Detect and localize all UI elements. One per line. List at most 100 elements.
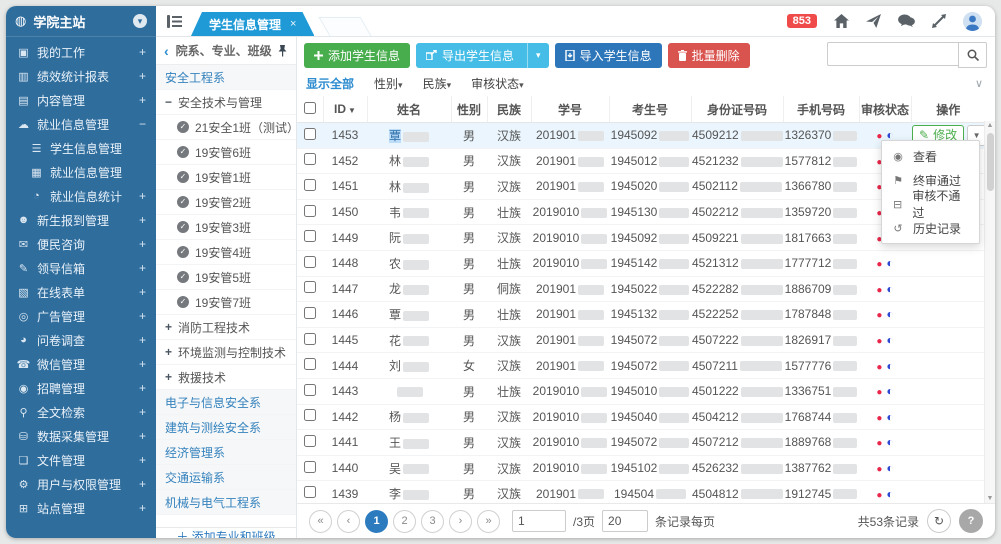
page-size-input[interactable] bbox=[602, 510, 648, 532]
batch-delete-button[interactable]: 批量删除 bbox=[668, 43, 750, 68]
add-student-button[interactable]: 添加学生信息 bbox=[304, 43, 410, 68]
dropdown-item[interactable]: ◉ 查看 bbox=[882, 144, 979, 168]
sidebar-item[interactable]: ▣ 我的工作 + bbox=[6, 40, 156, 64]
tab-close-icon[interactable]: × bbox=[290, 18, 296, 30]
table-row[interactable]: 1446 覃 男 壮族 201901 1945132 4522252 17878… bbox=[297, 302, 985, 328]
page-number-button[interactable]: 2 bbox=[393, 510, 416, 533]
expander-icon[interactable]: + bbox=[139, 309, 146, 323]
expander-icon[interactable]: − bbox=[139, 117, 146, 131]
export-student-button[interactable]: 导出学生信息 ▾ bbox=[416, 43, 549, 68]
expander-icon[interactable]: + bbox=[139, 357, 146, 371]
refresh-button[interactable]: ↻ bbox=[927, 509, 951, 533]
col-header-sno[interactable]: 学号 bbox=[531, 96, 609, 123]
col-header-status[interactable]: 审核状态 bbox=[859, 96, 911, 123]
row-checkbox[interactable] bbox=[304, 486, 316, 498]
col-header-idcard[interactable]: 身份证号码 bbox=[691, 96, 783, 123]
user-avatar[interactable] bbox=[963, 12, 982, 31]
page-number-input[interactable] bbox=[512, 510, 566, 532]
vertical-scrollbar[interactable]: ▲ ▼ bbox=[984, 121, 995, 503]
page-number-button[interactable]: 1 bbox=[365, 510, 388, 533]
row-checkbox[interactable] bbox=[304, 179, 316, 191]
scroll-down-icon[interactable]: ▼ bbox=[987, 495, 994, 502]
show-all-filter[interactable]: 显示全部 bbox=[306, 75, 354, 92]
sidebar-item[interactable]: ☁ 就业信息管理 − bbox=[6, 112, 156, 136]
sidebar-item[interactable]: ✉ 便民咨询 + bbox=[6, 232, 156, 256]
col-header-id[interactable]: ID▼ bbox=[323, 96, 367, 123]
notification-badge[interactable]: 853 bbox=[787, 14, 817, 28]
send-icon[interactable] bbox=[866, 14, 881, 28]
table-row[interactable]: 1441 王 男 汉族 2019010 1945072 4507212 1889… bbox=[297, 430, 985, 456]
page-number-button[interactable]: 3 bbox=[421, 510, 444, 533]
tree-expander-icon[interactable]: + bbox=[165, 320, 172, 334]
expander-icon[interactable]: + bbox=[139, 381, 146, 395]
sidebar-toggle-icon[interactable] bbox=[167, 15, 182, 28]
tree-node[interactable]: ✓ 19安管1班 bbox=[156, 165, 296, 190]
tree-node[interactable]: − ✓ 安全技术与管理 bbox=[156, 90, 296, 115]
table-row[interactable]: 1439 李 男 汉族 201901 194504 4504812 191274… bbox=[297, 481, 985, 503]
expander-icon[interactable]: + bbox=[139, 261, 146, 275]
sidebar-item[interactable]: ☻ 新生报到管理 + bbox=[6, 208, 156, 232]
col-header-name[interactable]: 姓名 bbox=[367, 96, 451, 123]
dropdown-item[interactable]: ⊟ 审核不通过 bbox=[882, 192, 979, 216]
tree-expander-icon[interactable]: + bbox=[165, 345, 172, 359]
expander-icon[interactable]: + bbox=[139, 237, 146, 251]
status-red-dot-icon[interactable]: ● bbox=[876, 464, 882, 475]
status-red-dot-icon[interactable]: ● bbox=[876, 336, 882, 347]
expander-icon[interactable]: + bbox=[139, 501, 146, 515]
col-header-exam[interactable]: 考生号 bbox=[609, 96, 691, 123]
sidebar-item[interactable]: ◎ 广告管理 + bbox=[6, 304, 156, 328]
pin-icon[interactable] bbox=[277, 45, 288, 57]
row-checkbox[interactable] bbox=[304, 128, 316, 140]
row-checkbox[interactable] bbox=[304, 409, 316, 421]
row-checkbox[interactable] bbox=[304, 435, 316, 447]
tree-node[interactable]: ✓ 电子与信息安全系 bbox=[156, 390, 296, 415]
tree-node[interactable]: + ✓ 消防工程技术 bbox=[156, 315, 296, 340]
status-red-dot-icon[interactable]: ● bbox=[876, 362, 882, 373]
tab-student-info[interactable]: 学生信息管理 × bbox=[191, 12, 314, 36]
prev-page-button[interactable]: ‹ bbox=[337, 510, 360, 533]
help-button[interactable]: ? bbox=[959, 509, 983, 533]
status-half-circle-icon[interactable]: ◐ bbox=[886, 461, 893, 475]
sidebar-item[interactable]: ⊞ 站点管理 + bbox=[6, 496, 156, 520]
table-row[interactable]: 1448 农 男 壮族 2019010 1945142 4521312 1777… bbox=[297, 250, 985, 276]
expander-icon[interactable]: + bbox=[139, 453, 146, 467]
status-half-circle-icon[interactable]: ◐ bbox=[886, 282, 893, 296]
sidebar-item[interactable]: ▥ 绩效统计报表 + bbox=[6, 64, 156, 88]
sidebar-item[interactable]: ◔ 就业信息统计 + bbox=[6, 184, 156, 208]
add-major-class-link[interactable]: ＋ 添加专业和班级 bbox=[156, 527, 296, 538]
sidebar-header[interactable]: ◍ 学院主站 ▾ bbox=[6, 6, 156, 37]
tree-node[interactable]: ✓ 19安管3班 bbox=[156, 215, 296, 240]
table-row[interactable]: 1440 吴 男 汉族 2019010 1945102 4526232 1387… bbox=[297, 455, 985, 481]
tree-node[interactable]: ✓ 安全工程系 bbox=[156, 65, 296, 90]
collapse-circle-icon[interactable]: ▾ bbox=[133, 14, 147, 28]
table-row[interactable]: 1443 男 壮族 2019010 1945010 4501222 133675… bbox=[297, 378, 985, 404]
sidebar-item[interactable]: ☎ 微信管理 + bbox=[6, 352, 156, 376]
status-half-circle-icon[interactable]: ◐ bbox=[886, 384, 893, 398]
sidebar-item[interactable]: ⛁ 数据采集管理 + bbox=[6, 424, 156, 448]
row-checkbox[interactable] bbox=[304, 358, 316, 370]
tree-node[interactable]: ✓ 19安管4班 bbox=[156, 240, 296, 265]
sidebar-item[interactable]: ▤ 内容管理 + bbox=[6, 88, 156, 112]
status-half-circle-icon[interactable]: ◐ bbox=[886, 307, 893, 321]
row-checkbox[interactable] bbox=[304, 230, 316, 242]
tree-node[interactable]: ✓ 19安管6班 bbox=[156, 140, 296, 165]
tree-node[interactable]: ✓ 经济管理系 bbox=[156, 440, 296, 465]
col-header-ethnicity[interactable]: 民族 bbox=[487, 96, 531, 123]
chat-icon[interactable] bbox=[898, 14, 915, 28]
status-half-circle-icon[interactable]: ◐ bbox=[886, 333, 893, 347]
row-checkbox[interactable] bbox=[304, 384, 316, 396]
status-half-circle-icon[interactable]: ◐ bbox=[886, 487, 893, 501]
col-header-gender[interactable]: 性别 bbox=[451, 96, 487, 123]
expander-icon[interactable]: + bbox=[139, 69, 146, 83]
resize-arrows-icon[interactable] bbox=[932, 14, 946, 28]
tree-node[interactable]: ✓ 19安管7班 bbox=[156, 290, 296, 315]
tree-node[interactable]: + ✓ 救援技术 bbox=[156, 365, 296, 390]
expander-icon[interactable]: + bbox=[139, 285, 146, 299]
row-checkbox[interactable] bbox=[304, 461, 316, 473]
row-checkbox[interactable] bbox=[304, 333, 316, 345]
tree-expander-icon[interactable]: + bbox=[165, 370, 172, 384]
status-half-circle-icon[interactable]: ◐ bbox=[886, 256, 893, 270]
export-dropdown-caret[interactable]: ▾ bbox=[527, 43, 549, 68]
row-checkbox[interactable] bbox=[304, 281, 316, 293]
tree-expander-icon[interactable]: − bbox=[165, 95, 172, 109]
